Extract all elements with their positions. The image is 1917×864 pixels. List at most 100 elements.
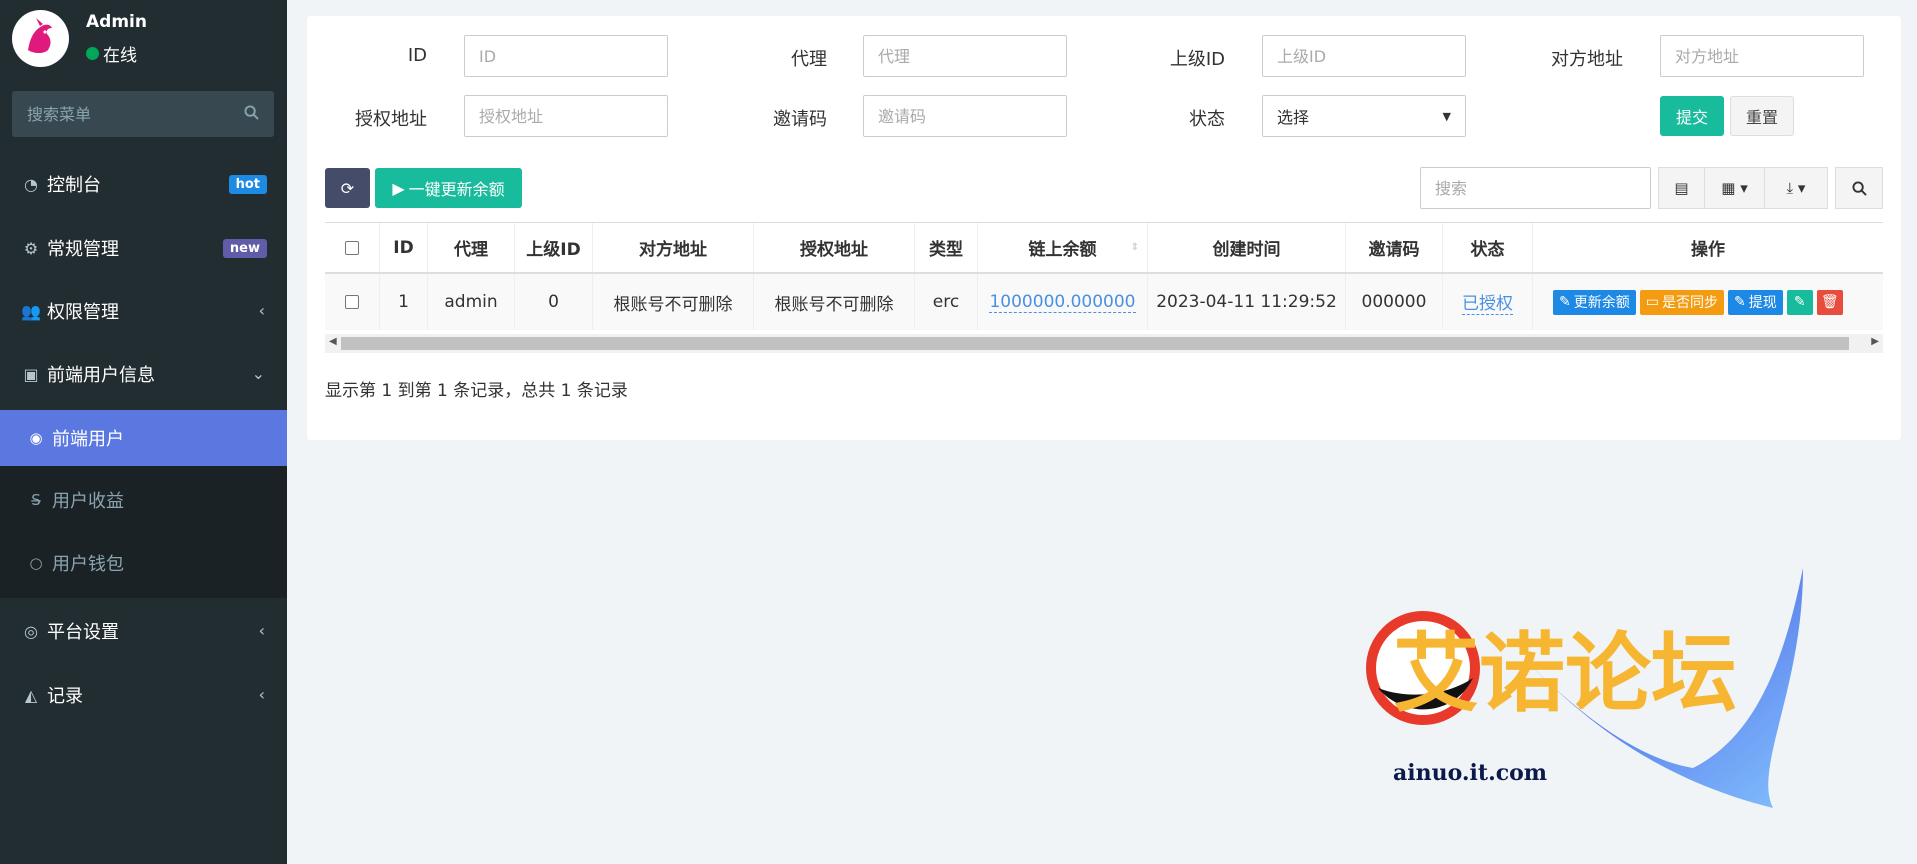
toggle-view-button[interactable]: ▤ — [1658, 167, 1705, 209]
sidebar-item-frontend-user[interactable]: ◉ 前端用户 — [0, 410, 287, 466]
sidebar-item-label: 常规管理 — [47, 239, 119, 260]
header-created-time[interactable]: 创建时间 — [1148, 223, 1346, 272]
sync-label: 是否同步 — [1661, 295, 1718, 311]
status-link[interactable]: 已授权 — [1462, 289, 1513, 315]
sidebar-item-label: 用户钱包 — [52, 554, 124, 575]
export-button[interactable]: ⤓ ▾ — [1764, 167, 1828, 209]
cell-actions: ✎ 更新余额 ▭ 是否同步 ✎ 提现 ✎ 🗑 — [1533, 274, 1883, 330]
sort-icon[interactable]: ⇕ — [1131, 242, 1139, 253]
select-all-checkbox[interactable] — [345, 240, 359, 255]
sidebar-item-permission[interactable]: 👥 权限管理 ‹ — [0, 283, 287, 339]
parent-id-label: 上级ID — [1169, 49, 1225, 70]
sidebar-item-label: 前端用户信息 — [47, 365, 155, 386]
menu-search-input[interactable] — [27, 104, 244, 124]
chevron-left-icon: ‹ — [258, 301, 265, 320]
horizontal-scrollbar[interactable]: ◀ ▶ — [325, 334, 1883, 353]
delete-button[interactable]: 🗑 — [1816, 289, 1843, 315]
header-auth-address[interactable]: 授权地址 — [754, 223, 915, 272]
parent-id-input[interactable] — [1262, 35, 1466, 77]
users-icon: 👥 — [21, 301, 41, 321]
hot-badge: hot — [228, 175, 267, 194]
header-parent-id[interactable]: 上级ID — [515, 223, 593, 272]
cell-created-time: 2023-04-11 11:29:52 — [1148, 274, 1346, 330]
update-all-balance-button[interactable]: ▶ 一键更新余额 — [375, 168, 522, 208]
scroll-thumb[interactable] — [341, 337, 1849, 350]
columns-button[interactable]: ▦ ▾ — [1704, 167, 1765, 209]
sidebar-item-label: 前端用户 — [52, 429, 124, 450]
download-icon: ⤓ ▾ — [1786, 179, 1806, 197]
cell-parent-id: 0 — [515, 274, 593, 330]
sidebar-item-user-wallet[interactable]: ○ 用户钱包 — [0, 535, 287, 591]
cell-id: 1 — [380, 274, 428, 330]
sidebar: Admin 在线 ◔ 控制台 hot ⚙ 常规管理 new 👥 权限管理 ‹ ▣… — [0, 0, 287, 864]
header-balance[interactable]: 链上余额 ⇕ — [978, 223, 1148, 272]
table-search-input[interactable] — [1420, 167, 1651, 209]
user-status: 在线 — [86, 41, 137, 66]
balance-link[interactable]: 1000000.000000 — [989, 292, 1136, 313]
user-circle-icon: ◉ — [29, 429, 43, 447]
row-select-cell — [325, 274, 380, 330]
chevron-left-icon: ‹ — [258, 685, 265, 704]
play-icon: ▶ — [392, 178, 405, 198]
refresh-button[interactable]: ⟳ — [325, 168, 370, 208]
avatar[interactable] — [12, 10, 69, 67]
sidebar-item-label: 记录 — [47, 686, 83, 707]
id-input[interactable] — [464, 35, 668, 77]
area-chart-icon: ◭ — [24, 685, 38, 705]
status-select[interactable]: 选择 ▼ — [1262, 95, 1466, 137]
cogs-icon: ⚙ — [23, 238, 39, 258]
pagination-info: 显示第 1 到第 1 条记录，总共 1 条记录 — [325, 381, 628, 401]
header-invite-code[interactable]: 邀请码 — [1346, 223, 1443, 272]
update-balance-button[interactable]: ✎ 更新余额 — [1553, 289, 1636, 315]
agent-input[interactable] — [863, 35, 1067, 77]
header-actions: 操作 — [1691, 240, 1725, 260]
peer-address-input[interactable] — [1660, 35, 1864, 77]
header-type[interactable]: 类型 — [915, 223, 978, 272]
sidebar-item-user-earnings[interactable]: S̶ 用户收益 — [0, 472, 287, 528]
sidebar-item-general[interactable]: ⚙ 常规管理 new — [0, 220, 287, 276]
cell-balance: 1000000.000000 — [978, 274, 1148, 330]
sidebar-item-dashboard[interactable]: ◔ 控制台 hot — [0, 156, 287, 212]
scroll-right-icon[interactable]: ▶ — [1871, 336, 1879, 347]
status-select-value: 选择 — [1277, 108, 1310, 127]
sync-button[interactable]: ▭ 是否同步 — [1639, 289, 1724, 315]
sidebar-item-label: 控制台 — [47, 175, 101, 196]
cell-invite-code: 000000 — [1346, 274, 1443, 330]
strike-icon: S̶ — [31, 491, 41, 509]
chevron-down-icon: ⌄ — [251, 364, 265, 383]
chevron-left-icon: ‹ — [258, 621, 265, 640]
invite-code-input[interactable] — [863, 95, 1067, 137]
scroll-left-icon[interactable]: ◀ — [329, 336, 337, 347]
watermark-url: ainuo.it.com — [1393, 760, 1547, 786]
reset-button[interactable]: 重置 — [1730, 96, 1794, 136]
agent-label: 代理 — [791, 49, 827, 70]
sidebar-item-platform-settings[interactable]: ◎ 平台设置 ‹ — [0, 603, 287, 659]
cell-auth-address: 根账号不可删除 — [754, 274, 915, 330]
trash-icon: 🗑 — [1820, 294, 1839, 310]
submit-button[interactable]: 提交 — [1660, 96, 1724, 136]
withdraw-button[interactable]: ✎ 提现 — [1727, 289, 1783, 315]
user-status-text: 在线 — [103, 46, 137, 66]
sidebar-item-frontend-user-info[interactable]: ▣ 前端用户信息 ⌄ — [0, 346, 287, 402]
header-balance-label: 链上余额 — [1028, 240, 1097, 260]
header-status[interactable]: 状态 — [1443, 223, 1533, 272]
user-card-icon: ▣ — [23, 364, 39, 384]
search-icon[interactable] — [244, 104, 259, 124]
pencil-icon: ✎ — [1793, 294, 1806, 310]
list-icon: ▤ — [1674, 179, 1689, 197]
edit-button[interactable]: ✎ — [1786, 289, 1813, 315]
header-peer-address[interactable]: 对方地址 — [593, 223, 754, 272]
advanced-search-button[interactable] — [1835, 167, 1883, 209]
header-id[interactable]: ID — [380, 223, 428, 272]
cell-peer-address[interactable]: 根账号不可删除 — [593, 274, 754, 330]
header-agent[interactable]: 代理 — [428, 223, 515, 272]
id-label: ID — [407, 45, 427, 66]
auth-address-input[interactable] — [464, 95, 668, 137]
invite-code-label: 邀请码 — [773, 109, 827, 130]
user-name: Admin — [86, 12, 147, 32]
sidebar-item-records[interactable]: ◭ 记录 ‹ — [0, 667, 287, 723]
search-icon — [1851, 180, 1867, 196]
update-balance-label: 更新余额 — [1573, 295, 1630, 311]
row-checkbox[interactable] — [345, 295, 359, 309]
cell-agent: admin — [428, 274, 515, 330]
